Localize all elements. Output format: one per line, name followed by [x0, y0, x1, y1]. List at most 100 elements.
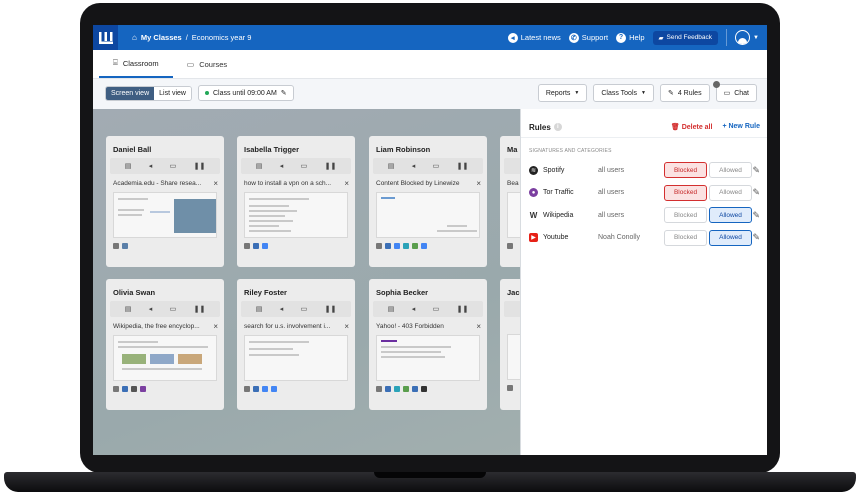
- blocked-option[interactable]: Blocked: [664, 229, 707, 246]
- info-icon[interactable]: i: [553, 123, 562, 131]
- message-icon[interactable]: ▤: [125, 162, 132, 170]
- top-right-actions: ◂ Latest news ✆ Support ? Help ▰ Send Fe…: [507, 25, 759, 50]
- courses-icon: ▭: [186, 59, 195, 69]
- allowed-option[interactable]: Allowed: [709, 162, 752, 179]
- student-card[interactable]: Riley Foster ▤ ◂ ▭ ❚❚ search for u.s. invol…: [237, 279, 355, 410]
- class-tools-dropdown[interactable]: Class Tools ▼: [593, 84, 654, 102]
- edit-rule-icon[interactable]: ✎: [752, 187, 760, 198]
- class-until-button[interactable]: Class until 09:00 AM ✎: [197, 85, 294, 101]
- edit-rule-icon[interactable]: ✎: [752, 165, 760, 176]
- screen-view-button[interactable]: Screen view: [106, 86, 155, 100]
- new-rule-button[interactable]: + New Rule: [722, 123, 760, 131]
- spotify-icon: ≋: [529, 165, 538, 175]
- student-card[interactable]: Daniel Ball ▤ ◂ ▭ ❚❚ Academia.edu - Share r…: [106, 136, 224, 267]
- screen-thumbnail[interactable]: [376, 335, 480, 381]
- support-label: Support: [581, 33, 609, 42]
- announce-icon[interactable]: ◂: [412, 305, 416, 313]
- screen-thumbnail[interactable]: [113, 192, 217, 238]
- announce-icon[interactable]: ◂: [412, 162, 416, 170]
- reports-dropdown[interactable]: Reports ▼: [537, 84, 588, 102]
- screen-icon[interactable]: ▭: [433, 305, 440, 313]
- pause-icon[interactable]: ❚❚: [194, 162, 206, 170]
- linewize-logo[interactable]: [93, 25, 118, 50]
- open-apps: [237, 238, 355, 249]
- rule-users: all users: [598, 189, 625, 197]
- message-icon[interactable]: ▤: [256, 305, 263, 313]
- edit-rule-icon[interactable]: ✎: [752, 232, 760, 243]
- app-icon: [403, 386, 409, 392]
- app-icon: [253, 386, 259, 392]
- active-tab-title: Wikipedia, the free encyclop...: [113, 323, 200, 330]
- help-link[interactable]: ? Help: [616, 32, 645, 43]
- blocked-option[interactable]: Blocked: [664, 207, 707, 224]
- rules-title-text: Rules: [529, 122, 551, 132]
- message-icon[interactable]: ▤: [125, 305, 132, 313]
- blocked-option[interactable]: Blocked: [664, 184, 707, 201]
- allowed-option[interactable]: Allowed: [709, 207, 752, 224]
- screen-icon[interactable]: ▭: [301, 162, 308, 170]
- edit-rule-icon[interactable]: ✎: [752, 210, 760, 221]
- student-card[interactable]: Liam Robinson ▤ ◂ ▭ ❚❚ Content Blocked by L…: [369, 136, 487, 267]
- pause-icon[interactable]: ❚❚: [457, 305, 469, 313]
- tab-courses[interactable]: ▭ Courses: [173, 50, 242, 78]
- close-tab-icon[interactable]: ×: [213, 323, 218, 331]
- chat-button[interactable]: ▭ Chat: [715, 84, 757, 102]
- message-icon[interactable]: ▤: [388, 162, 395, 170]
- youtube-icon: ▶: [529, 233, 538, 243]
- app-icon: [412, 386, 418, 392]
- latest-news-label: Latest news: [520, 33, 561, 42]
- home-icon[interactable]: ⌂: [132, 33, 137, 42]
- blocked-option[interactable]: Blocked: [664, 162, 707, 179]
- latest-news-link[interactable]: ◂ Latest news: [507, 32, 561, 43]
- screen-icon[interactable]: ▭: [170, 305, 177, 313]
- rules-button[interactable]: ✎ 4 Rules: [659, 84, 710, 102]
- support-link[interactable]: ✆ Support: [568, 32, 609, 43]
- screen-icon[interactable]: ▭: [170, 162, 177, 170]
- active-tab: Yahoo! - 403 Forbidden ×: [369, 317, 487, 331]
- pause-icon[interactable]: ❚❚: [325, 305, 337, 313]
- pause-icon[interactable]: ❚❚: [194, 305, 206, 313]
- close-tab-icon[interactable]: ×: [344, 180, 349, 188]
- allowed-option[interactable]: Allowed: [709, 184, 752, 201]
- screen-icon[interactable]: ▭: [433, 162, 440, 170]
- student-name: Olivia Swan: [113, 288, 156, 297]
- card-actions: ▤ ◂ ▭ ❚❚: [110, 158, 220, 174]
- message-icon[interactable]: ▤: [256, 162, 263, 170]
- rule-toggle: Blocked Allowed: [664, 229, 752, 246]
- close-tab-icon[interactable]: ×: [344, 323, 349, 331]
- screen-thumbnail[interactable]: [244, 192, 348, 238]
- student-card[interactable]: Olivia Swan ▤ ◂ ▭ ❚❚ Wikipedia, the free en…: [106, 279, 224, 410]
- tab-classroom[interactable]: ⌸ Classroom: [99, 50, 173, 78]
- screen-icon[interactable]: ▭: [301, 305, 308, 313]
- open-apps: [369, 381, 487, 392]
- screen-thumbnail[interactable]: [376, 192, 480, 238]
- announce-icon[interactable]: ◂: [149, 162, 153, 170]
- chat-bubble-icon: ▰: [658, 34, 664, 42]
- close-tab-icon[interactable]: ×: [213, 180, 218, 188]
- student-card[interactable]: Isabella Trigger ▤ ◂ ▭ ❚❚ how to install a …: [237, 136, 355, 267]
- pause-icon[interactable]: ❚❚: [325, 162, 337, 170]
- delete-all-button[interactable]: 🗑 Delete all: [671, 123, 713, 131]
- tab-classroom-label: Classroom: [122, 58, 159, 68]
- tab-courses-label: Courses: [199, 59, 228, 69]
- screen-thumbnail[interactable]: [244, 335, 348, 381]
- rule-name: Spotify: [543, 166, 565, 174]
- wikipedia-icon: [131, 386, 137, 392]
- allowed-option[interactable]: Allowed: [709, 229, 752, 246]
- close-tab-icon[interactable]: ×: [476, 180, 481, 188]
- close-tab-icon[interactable]: ×: [476, 323, 481, 331]
- delete-all-label: Delete all: [681, 124, 713, 131]
- send-feedback-button[interactable]: ▰ Send Feedback: [652, 30, 719, 45]
- pause-icon[interactable]: ❚❚: [457, 162, 469, 170]
- app-icon: [140, 386, 146, 392]
- message-icon[interactable]: ▤: [388, 305, 395, 313]
- list-view-button[interactable]: List view: [154, 86, 191, 100]
- breadcrumb-my-classes[interactable]: My Classes: [141, 33, 182, 42]
- announce-icon[interactable]: ◂: [149, 305, 153, 313]
- announce-icon[interactable]: ◂: [280, 162, 284, 170]
- screen-thumbnail[interactable]: [113, 335, 217, 381]
- student-card[interactable]: Sophia Becker ▤ ◂ ▭ ❚❚ Yahoo! - 403 Forbidd…: [369, 279, 487, 410]
- classroom-icon: ⌸: [113, 58, 118, 67]
- user-menu[interactable]: ▼: [726, 29, 759, 46]
- announce-icon[interactable]: ◂: [280, 305, 284, 313]
